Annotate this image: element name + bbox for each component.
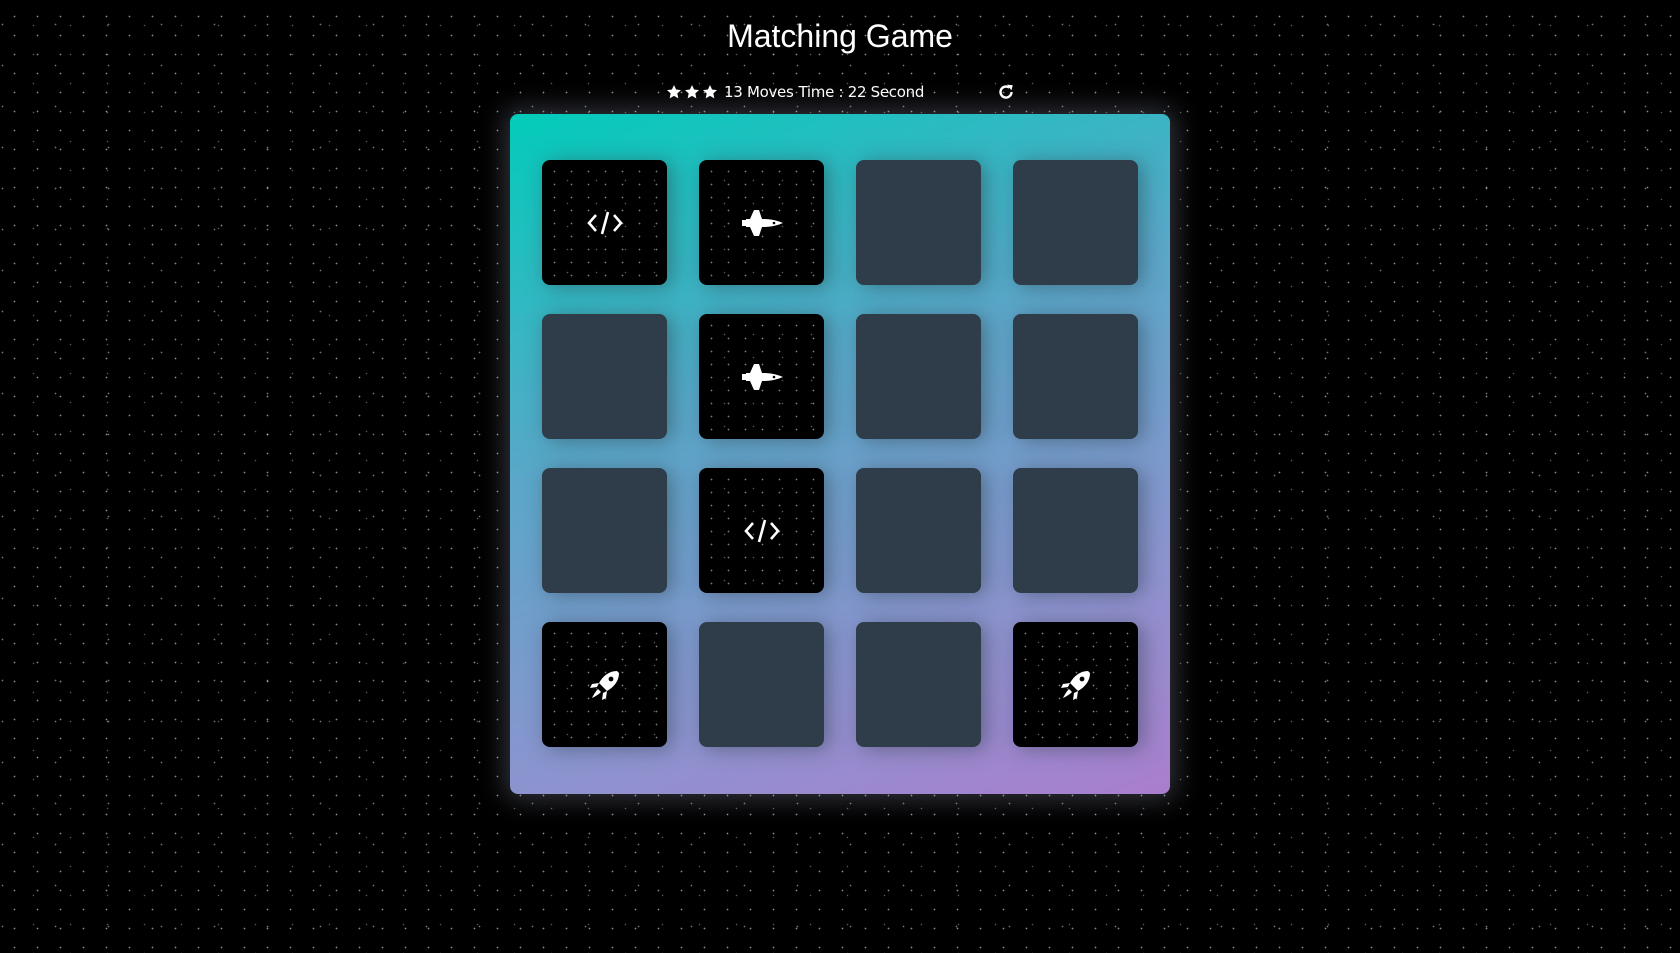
card-open[interactable] <box>699 160 824 285</box>
card-open[interactable] <box>542 160 667 285</box>
space-shuttle-icon <box>740 362 784 392</box>
rocket-icon <box>1058 667 1094 703</box>
card-closed[interactable] <box>1013 160 1138 285</box>
code-icon <box>742 511 782 551</box>
moves-counter: 13 Moves <box>724 83 794 101</box>
code-icon <box>585 203 625 243</box>
card-closed[interactable] <box>699 622 824 747</box>
card-closed[interactable] <box>856 314 981 439</box>
card-open[interactable] <box>699 468 824 593</box>
timer: Time : 22 Second <box>798 83 925 101</box>
card-closed[interactable] <box>1013 468 1138 593</box>
card-closed[interactable] <box>856 160 981 285</box>
rocket-icon <box>587 667 623 703</box>
star-icon <box>666 84 682 100</box>
score-panel: 13 Moves Time : 22 Second <box>666 80 1014 104</box>
game-page: Matching Game 13 Moves Time : 22 Second <box>0 0 1680 953</box>
card-closed[interactable] <box>1013 314 1138 439</box>
card-closed[interactable] <box>856 622 981 747</box>
page-title: Matching Game <box>727 18 953 54</box>
card-closed[interactable] <box>542 314 667 439</box>
star-icon <box>684 84 700 100</box>
card-deck <box>510 114 1170 794</box>
card-open[interactable] <box>542 622 667 747</box>
card-closed[interactable] <box>856 468 981 593</box>
card-closed[interactable] <box>542 468 667 593</box>
star-icon <box>702 84 718 100</box>
space-shuttle-icon <box>740 208 784 238</box>
card-open[interactable] <box>1013 622 1138 747</box>
star-rating <box>666 84 718 100</box>
restart-icon[interactable] <box>996 82 1016 102</box>
card-open[interactable] <box>699 314 824 439</box>
